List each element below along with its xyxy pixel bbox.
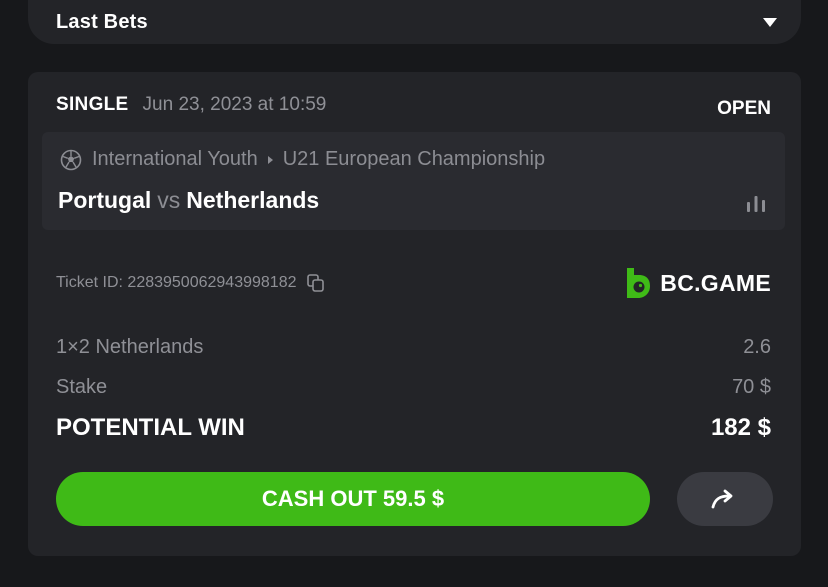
vs-label: vs: [157, 187, 181, 213]
event-teams: Portugal vs Netherlands: [58, 187, 319, 214]
ticket-row: Ticket ID: 2283950062943998182 BC.GAME: [56, 268, 771, 298]
event-box[interactable]: International Youth U21 European Champio…: [42, 132, 785, 230]
stake-value: 70 $: [732, 376, 771, 398]
last-bets-dropdown[interactable]: Last Bets: [28, 0, 801, 44]
breadcrumb-arrow-icon: [267, 155, 273, 164]
potential-win-value: 182 $: [710, 414, 771, 441]
copy-icon[interactable]: [306, 273, 326, 293]
home-team: Portugal: [58, 187, 152, 213]
share-arrow-icon: [711, 489, 733, 509]
share-button[interactable]: [677, 472, 773, 526]
bet-history-page: Last Bets SINGLE Jun 23, 2023 at 10:59 O…: [0, 0, 828, 587]
stats-icon[interactable]: [745, 194, 767, 212]
selection-odds: 2.6: [743, 336, 771, 358]
caret-down-icon: [763, 17, 777, 27]
bet-status-badge: OPEN: [717, 98, 771, 119]
event-category[interactable]: International Youth: [92, 148, 258, 171]
brand-logo: BC.GAME: [624, 266, 771, 300]
event-breadcrumb: International Youth U21 European Champio…: [60, 148, 545, 171]
potential-win-label: POTENTIAL WIN: [56, 414, 245, 441]
bet-card: SINGLE Jun 23, 2023 at 10:59 OPEN Intern…: [28, 72, 801, 556]
selection-row: 1×2 Netherlands 2.6: [56, 336, 771, 359]
potential-win-row: POTENTIAL WIN 182 $: [56, 414, 771, 442]
soccer-ball-icon: [60, 149, 82, 170]
selection-label: 1×2 Netherlands: [56, 336, 204, 358]
bet-type: SINGLE: [56, 94, 129, 115]
bet-header: SINGLE Jun 23, 2023 at 10:59 OPEN: [56, 90, 771, 120]
away-team: Netherlands: [186, 187, 320, 213]
dropdown-label: Last Bets: [56, 10, 148, 33]
stake-row: Stake 70 $: [56, 376, 771, 399]
cash-out-button[interactable]: CASH OUT 59.5 $: [56, 472, 650, 526]
bc-game-logo-icon: [627, 268, 651, 298]
ticket-id: Ticket ID: 2283950062943998182: [56, 274, 297, 291]
brand-name: BC.GAME: [660, 269, 771, 296]
bet-date: Jun 23, 2023 at 10:59: [142, 94, 327, 115]
event-tournament[interactable]: U21 European Championship: [283, 148, 545, 171]
stake-label: Stake: [56, 376, 108, 398]
